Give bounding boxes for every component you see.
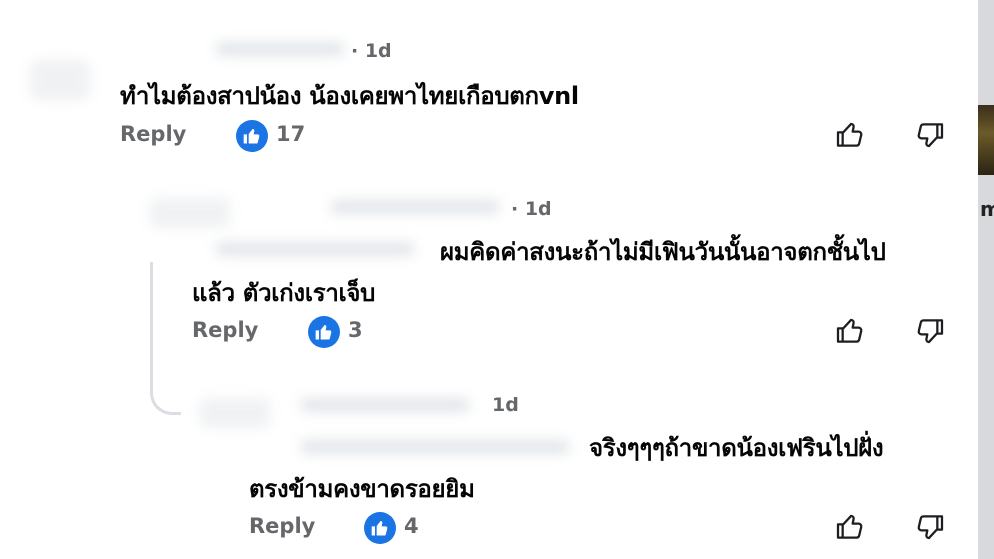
comment-timestamp[interactable]: 1d <box>492 394 519 416</box>
thumbs-down-outline-icon[interactable] <box>912 509 948 545</box>
comment-text: ทำไมต้องสาปน้อง น้องเคยพาไทยเกือบตกvnl <box>120 82 579 110</box>
side-thumbnail <box>978 105 994 175</box>
reply-button[interactable]: Reply <box>192 318 258 342</box>
thumbs-up-icon <box>236 120 268 152</box>
comment-text-line-2: แล้ว ตัวเก่งเราเจ็บ <box>192 279 376 307</box>
thumbs-up-icon <box>364 512 396 544</box>
cut-off-text: m <box>980 197 994 221</box>
reply-button[interactable]: Reply <box>249 514 315 538</box>
avatar-blurred <box>200 398 270 428</box>
thread-connector-line <box>150 262 181 415</box>
scrollbar-track[interactable] <box>978 0 994 559</box>
thumbs-down-outline-icon[interactable] <box>912 117 948 153</box>
thumbs-up-outline-icon[interactable] <box>832 117 868 153</box>
reply-button[interactable]: Reply <box>120 122 186 146</box>
thumbs-down-outline-icon[interactable] <box>912 313 948 349</box>
comment-text-line-1: ผมคิดค่าสงนะถ้าไม่มีเฟินวันนั้นอาจตกชั้น… <box>440 238 886 266</box>
author-name-blurred[interactable] <box>300 398 470 412</box>
comment-timestamp[interactable]: · 1d <box>511 198 552 220</box>
comment-text-line-2: ตรงข้ามคงขาดรอยยิม <box>249 475 475 503</box>
author-name-blurred[interactable] <box>215 42 345 56</box>
mention-blurred[interactable] <box>215 242 415 256</box>
like-count[interactable]: 17 <box>276 122 305 146</box>
like-count[interactable]: 3 <box>348 318 363 342</box>
like-count[interactable]: 4 <box>404 514 419 538</box>
mention-blurred[interactable] <box>300 440 570 454</box>
avatar-blurred <box>30 60 90 100</box>
thumbs-up-outline-icon[interactable] <box>832 313 868 349</box>
author-name-blurred[interactable] <box>330 200 500 214</box>
avatar-blurred <box>150 198 230 228</box>
thumbs-up-icon <box>308 316 340 348</box>
thumbs-up-outline-icon[interactable] <box>832 509 868 545</box>
comment-timestamp[interactable]: · 1d <box>351 40 392 62</box>
comment-text-line-1: จริงๆๆๆถ้าขาดน้องเฟรินไปฝั่ง <box>589 434 884 462</box>
